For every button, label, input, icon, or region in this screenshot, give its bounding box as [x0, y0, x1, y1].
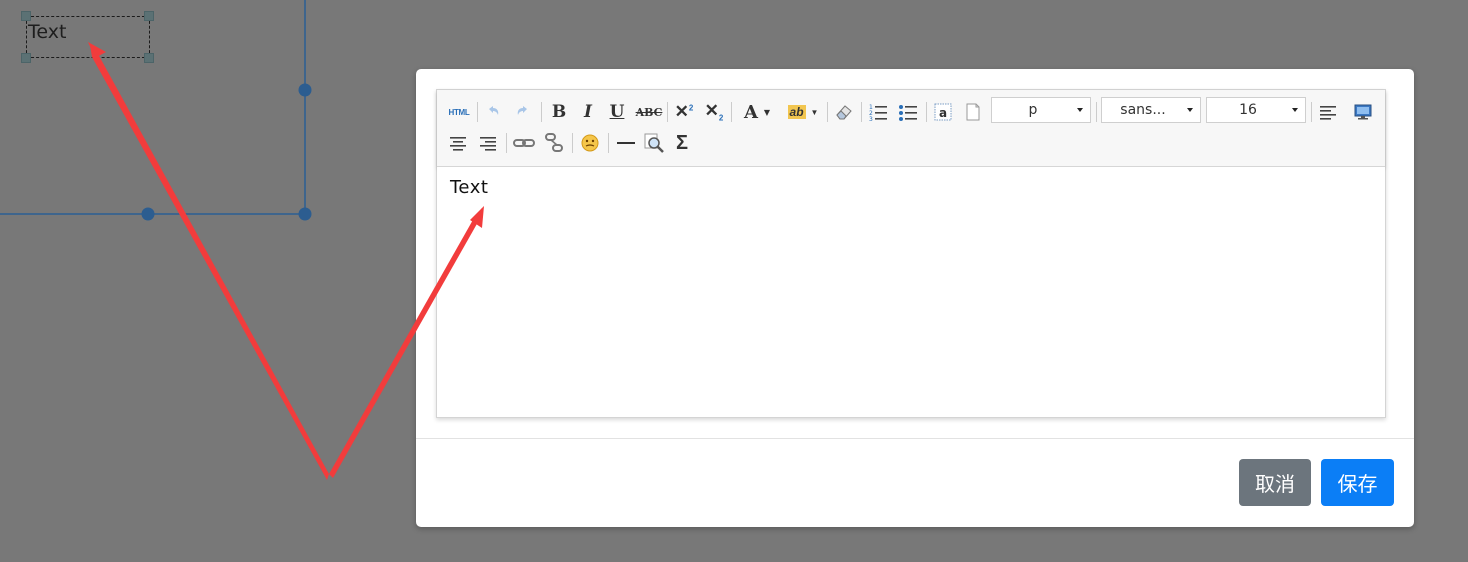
- svg-text:3: 3: [869, 116, 873, 122]
- sigma-icon: Σ: [675, 131, 688, 154]
- eraser-icon: [836, 105, 852, 120]
- search-replace-button[interactable]: [641, 131, 667, 155]
- subscript-icon: ✕2: [704, 101, 724, 123]
- font-family-value: sans...: [1120, 102, 1166, 118]
- highlight-icon: ab: [787, 105, 806, 119]
- align-center-icon: [450, 137, 466, 151]
- font-color-button[interactable]: A ▼: [737, 100, 777, 124]
- editor-text: Text: [450, 177, 489, 198]
- html-source-button[interactable]: HTML: [445, 100, 473, 124]
- superscript-icon: ✕2: [674, 102, 694, 121]
- resize-handle-right[interactable]: [298, 83, 312, 97]
- paste-text-icon: a: [934, 103, 952, 121]
- unlink-icon: [545, 133, 563, 152]
- link-icon: [513, 139, 535, 147]
- link-button[interactable]: [511, 131, 537, 155]
- align-left-icon: [1320, 106, 1336, 120]
- formula-button[interactable]: Σ: [669, 131, 695, 155]
- redo-icon: [517, 106, 527, 115]
- strikethrough-icon: ABC: [635, 105, 663, 119]
- paste-text-button[interactable]: a: [931, 100, 955, 124]
- canvas-text-element[interactable]: Text: [26, 16, 150, 58]
- font-color-icon: A: [743, 101, 758, 123]
- text-handle-bottom-left[interactable]: [21, 53, 31, 63]
- emoji-button[interactable]: [577, 131, 603, 155]
- redo-button[interactable]: [511, 100, 535, 124]
- chevron-down-icon: [1187, 108, 1193, 112]
- highlight-button[interactable]: ab ▼: [783, 100, 823, 124]
- bold-icon: B: [551, 102, 567, 122]
- canvas-text-label: Text: [28, 21, 67, 43]
- align-center-button[interactable]: [445, 131, 471, 155]
- ordered-list-icon: 1 2 3: [869, 104, 887, 122]
- unordered-list-button[interactable]: [896, 100, 920, 124]
- paragraph-format-value: p: [1028, 102, 1038, 118]
- font-family-select[interactable]: sans...: [1101, 97, 1201, 123]
- unordered-list-icon: [899, 105, 917, 121]
- blank-page-button[interactable]: [961, 100, 985, 124]
- horizontal-rule-button[interactable]: [613, 131, 639, 155]
- align-right-icon: [480, 137, 496, 151]
- font-size-value: 16: [1239, 102, 1257, 118]
- chevron-down-icon: [1077, 108, 1083, 112]
- monitor-icon: [1354, 104, 1372, 120]
- align-left-button[interactable]: [1316, 100, 1340, 124]
- underline-icon: U: [609, 102, 625, 122]
- clear-format-button[interactable]: [832, 100, 856, 124]
- cancel-button[interactable]: 取消: [1239, 459, 1311, 506]
- text-handle-top-left[interactable]: [21, 11, 31, 21]
- paragraph-format-select[interactable]: p: [991, 97, 1091, 123]
- chevron-down-icon: [1292, 108, 1298, 112]
- editor-content-area[interactable]: Text: [437, 167, 1385, 417]
- editor-toolbar: HTML B I U ABC ✕2 ✕2 A ▼ ab ▼ 1 2 3 a p …: [437, 90, 1385, 167]
- underline-button[interactable]: U: [605, 100, 629, 124]
- bold-button[interactable]: B: [547, 100, 571, 124]
- resize-handle-corner[interactable]: [298, 207, 312, 221]
- unlink-button[interactable]: [541, 131, 567, 155]
- fullscreen-button[interactable]: [1351, 100, 1375, 124]
- svg-text:a: a: [939, 106, 947, 120]
- text-edit-dialog: HTML B I U ABC ✕2 ✕2 A ▼ ab ▼ 1 2 3 a p …: [416, 69, 1414, 527]
- page-icon: [966, 103, 980, 121]
- footer-divider: [416, 438, 1414, 439]
- strikethrough-button[interactable]: ABC: [635, 100, 663, 124]
- italic-button[interactable]: I: [576, 100, 600, 124]
- italic-icon: I: [584, 102, 592, 122]
- rich-text-editor: HTML B I U ABC ✕2 ✕2 A ▼ ab ▼ 1 2 3 a p …: [436, 89, 1386, 418]
- emoji-icon: [581, 134, 599, 152]
- chevron-down-icon: ▼: [810, 107, 819, 117]
- horizontal-rule-icon: [617, 142, 635, 144]
- font-size-select[interactable]: 16: [1206, 97, 1306, 123]
- text-handle-bottom-right[interactable]: [144, 53, 154, 63]
- undo-icon: [489, 106, 499, 115]
- text-handle-top-right[interactable]: [144, 11, 154, 21]
- search-icon: [644, 133, 664, 153]
- resize-handle-bottom[interactable]: [141, 207, 155, 221]
- chevron-down-icon: ▼: [763, 107, 771, 117]
- save-button[interactable]: 保存: [1321, 459, 1394, 506]
- subscript-button[interactable]: ✕2: [701, 100, 727, 124]
- undo-button[interactable]: [481, 100, 505, 124]
- superscript-button[interactable]: ✕2: [671, 100, 697, 124]
- ordered-list-button[interactable]: 1 2 3: [866, 100, 890, 124]
- html-icon: HTML: [448, 107, 470, 117]
- align-right-button[interactable]: [475, 131, 501, 155]
